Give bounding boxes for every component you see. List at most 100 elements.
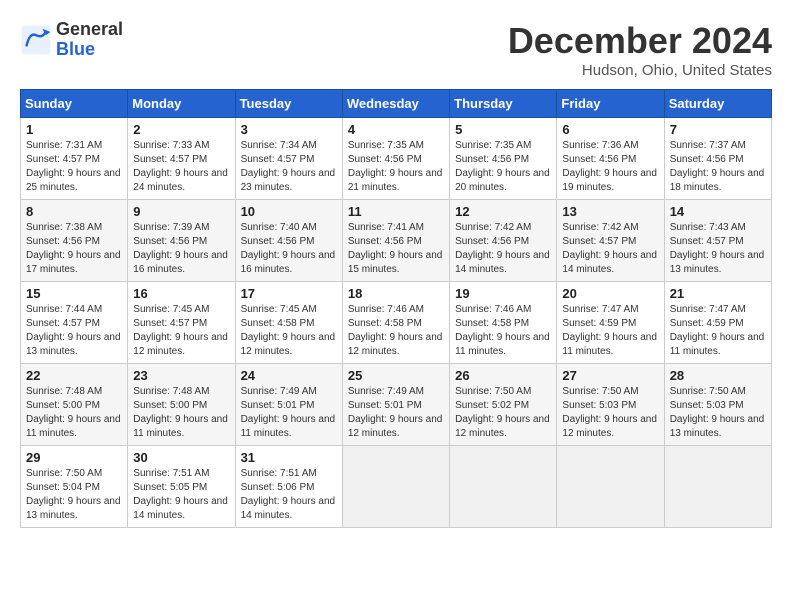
day-number: 28	[670, 368, 766, 383]
day-number: 16	[133, 286, 229, 301]
day-info: Sunrise: 7:35 AMSunset: 4:56 PMDaylight:…	[455, 139, 551, 195]
day-info: Sunrise: 7:48 AMSunset: 5:00 PMDaylight:…	[133, 385, 229, 441]
col-header-friday: Friday	[557, 90, 664, 118]
day-info: Sunrise: 7:51 AMSunset: 5:06 PMDaylight:…	[241, 467, 337, 523]
calendar-cell	[557, 446, 664, 528]
day-number: 5	[455, 122, 551, 137]
week-row-5: 29 Sunrise: 7:50 AMSunset: 5:04 PMDayligh…	[21, 446, 772, 528]
day-number: 24	[241, 368, 337, 383]
day-number: 18	[348, 286, 444, 301]
calendar-cell: 9 Sunrise: 7:39 AMSunset: 4:56 PMDaylight…	[128, 200, 235, 282]
day-number: 2	[133, 122, 229, 137]
day-info: Sunrise: 7:39 AMSunset: 4:56 PMDaylight:…	[133, 221, 229, 277]
day-info: Sunrise: 7:45 AMSunset: 4:57 PMDaylight:…	[133, 303, 229, 359]
day-info: Sunrise: 7:44 AMSunset: 4:57 PMDaylight:…	[26, 303, 122, 359]
header: General Blue December 2024 Hudson, Ohio,…	[20, 20, 772, 79]
calendar-cell: 27 Sunrise: 7:50 AMSunset: 5:03 PMDayligh…	[557, 364, 664, 446]
day-number: 3	[241, 122, 337, 137]
day-info: Sunrise: 7:38 AMSunset: 4:56 PMDaylight:…	[26, 221, 122, 277]
day-number: 29	[26, 450, 122, 465]
col-header-thursday: Thursday	[450, 90, 557, 118]
month-title: December 2024	[508, 20, 772, 62]
calendar-cell	[664, 446, 771, 528]
day-number: 23	[133, 368, 229, 383]
calendar-cell: 6 Sunrise: 7:36 AMSunset: 4:56 PMDaylight…	[557, 118, 664, 200]
day-number: 9	[133, 204, 229, 219]
day-number: 31	[241, 450, 337, 465]
calendar-cell: 26Sunrise: 7:50 AMSunset: 5:02 PMDayligh…	[450, 364, 557, 446]
col-header-sunday: Sunday	[21, 90, 128, 118]
day-info: Sunrise: 7:50 AMSunset: 5:02 PMDaylight:…	[455, 385, 551, 441]
calendar-cell: 28 Sunrise: 7:50 AMSunset: 5:03 PMDayligh…	[664, 364, 771, 446]
day-number: 7	[670, 122, 766, 137]
day-info: Sunrise: 7:31 AMSunset: 4:57 PMDaylight:…	[26, 139, 122, 195]
day-info: Sunrise: 7:49 AMSunset: 5:01 PMDaylight:…	[348, 385, 444, 441]
calendar-cell: 12Sunrise: 7:42 AMSunset: 4:56 PMDayligh…	[450, 200, 557, 282]
day-info: Sunrise: 7:36 AMSunset: 4:56 PMDaylight:…	[562, 139, 658, 195]
calendar-cell: 21 Sunrise: 7:47 AMSunset: 4:59 PMDayligh…	[664, 282, 771, 364]
calendar-cell: 7 Sunrise: 7:37 AMSunset: 4:56 PMDaylight…	[664, 118, 771, 200]
day-info: Sunrise: 7:49 AMSunset: 5:01 PMDaylight:…	[241, 385, 337, 441]
title-area: December 2024 Hudson, Ohio, United State…	[508, 20, 772, 79]
day-info: Sunrise: 7:47 AMSunset: 4:59 PMDaylight:…	[562, 303, 658, 359]
day-number: 13	[562, 204, 658, 219]
calendar-cell: 1Sunrise: 7:31 AMSunset: 4:57 PMDaylight…	[21, 118, 128, 200]
day-info: Sunrise: 7:40 AMSunset: 4:56 PMDaylight:…	[241, 221, 337, 277]
day-number: 4	[348, 122, 444, 137]
week-row-1: 1Sunrise: 7:31 AMSunset: 4:57 PMDaylight…	[21, 118, 772, 200]
logo-blue-text: Blue	[56, 40, 123, 60]
day-number: 25	[348, 368, 444, 383]
day-info: Sunrise: 7:50 AMSunset: 5:04 PMDaylight:…	[26, 467, 122, 523]
day-number: 8	[26, 204, 122, 219]
col-header-wednesday: Wednesday	[342, 90, 449, 118]
day-number: 30	[133, 450, 229, 465]
day-info: Sunrise: 7:35 AMSunset: 4:56 PMDaylight:…	[348, 139, 444, 195]
day-info: Sunrise: 7:37 AMSunset: 4:56 PMDaylight:…	[670, 139, 766, 195]
calendar-cell	[342, 446, 449, 528]
day-number: 21	[670, 286, 766, 301]
day-info: Sunrise: 7:33 AMSunset: 4:57 PMDaylight:…	[133, 139, 229, 195]
day-info: Sunrise: 7:43 AMSunset: 4:57 PMDaylight:…	[670, 221, 766, 277]
day-info: Sunrise: 7:42 AMSunset: 4:57 PMDaylight:…	[562, 221, 658, 277]
calendar-cell: 30Sunrise: 7:51 AMSunset: 5:05 PMDayligh…	[128, 446, 235, 528]
day-number: 15	[26, 286, 122, 301]
col-header-tuesday: Tuesday	[235, 90, 342, 118]
calendar-cell: 16 Sunrise: 7:45 AMSunset: 4:57 PMDayligh…	[128, 282, 235, 364]
calendar-cell: 11Sunrise: 7:41 AMSunset: 4:56 PMDayligh…	[342, 200, 449, 282]
calendar-cell: 17 Sunrise: 7:45 AMSunset: 4:58 PMDayligh…	[235, 282, 342, 364]
day-number: 19	[455, 286, 551, 301]
calendar-cell: 13 Sunrise: 7:42 AMSunset: 4:57 PMDayligh…	[557, 200, 664, 282]
col-header-monday: Monday	[128, 90, 235, 118]
day-number: 22	[26, 368, 122, 383]
day-number: 27	[562, 368, 658, 383]
week-row-4: 22 Sunrise: 7:48 AMSunset: 5:00 PMDayligh…	[21, 364, 772, 446]
calendar-cell: 22 Sunrise: 7:48 AMSunset: 5:00 PMDayligh…	[21, 364, 128, 446]
day-info: Sunrise: 7:34 AMSunset: 4:57 PMDaylight:…	[241, 139, 337, 195]
days-header-row: SundayMondayTuesdayWednesdayThursdayFrid…	[21, 90, 772, 118]
day-number: 10	[241, 204, 337, 219]
day-number: 17	[241, 286, 337, 301]
day-number: 6	[562, 122, 658, 137]
calendar-cell: 23 Sunrise: 7:48 AMSunset: 5:00 PMDayligh…	[128, 364, 235, 446]
week-row-3: 15 Sunrise: 7:44 AMSunset: 4:57 PMDayligh…	[21, 282, 772, 364]
day-info: Sunrise: 7:45 AMSunset: 4:58 PMDaylight:…	[241, 303, 337, 359]
location: Hudson, Ohio, United States	[508, 62, 772, 79]
day-number: 14	[670, 204, 766, 219]
calendar-cell: 10 Sunrise: 7:40 AMSunset: 4:56 PMDayligh…	[235, 200, 342, 282]
day-info: Sunrise: 7:48 AMSunset: 5:00 PMDaylight:…	[26, 385, 122, 441]
day-info: Sunrise: 7:50 AMSunset: 5:03 PMDaylight:…	[562, 385, 658, 441]
day-info: Sunrise: 7:42 AMSunset: 4:56 PMDaylight:…	[455, 221, 551, 277]
calendar-cell: 18 Sunrise: 7:46 AMSunset: 4:58 PMDayligh…	[342, 282, 449, 364]
day-info: Sunrise: 7:47 AMSunset: 4:59 PMDaylight:…	[670, 303, 766, 359]
calendar-cell: 5 Sunrise: 7:35 AMSunset: 4:56 PMDaylight…	[450, 118, 557, 200]
day-info: Sunrise: 7:41 AMSunset: 4:56 PMDaylight:…	[348, 221, 444, 277]
day-info: Sunrise: 7:50 AMSunset: 5:03 PMDaylight:…	[670, 385, 766, 441]
calendar-cell: 29 Sunrise: 7:50 AMSunset: 5:04 PMDayligh…	[21, 446, 128, 528]
calendar-cell: 19Sunrise: 7:46 AMSunset: 4:58 PMDayligh…	[450, 282, 557, 364]
logo: General Blue	[20, 20, 123, 60]
calendar-cell: 24 Sunrise: 7:49 AMSunset: 5:01 PMDayligh…	[235, 364, 342, 446]
day-info: Sunrise: 7:46 AMSunset: 4:58 PMDaylight:…	[348, 303, 444, 359]
calendar-cell: 3 Sunrise: 7:34 AMSunset: 4:57 PMDaylight…	[235, 118, 342, 200]
col-header-saturday: Saturday	[664, 90, 771, 118]
calendar-cell: 4 Sunrise: 7:35 AMSunset: 4:56 PMDaylight…	[342, 118, 449, 200]
